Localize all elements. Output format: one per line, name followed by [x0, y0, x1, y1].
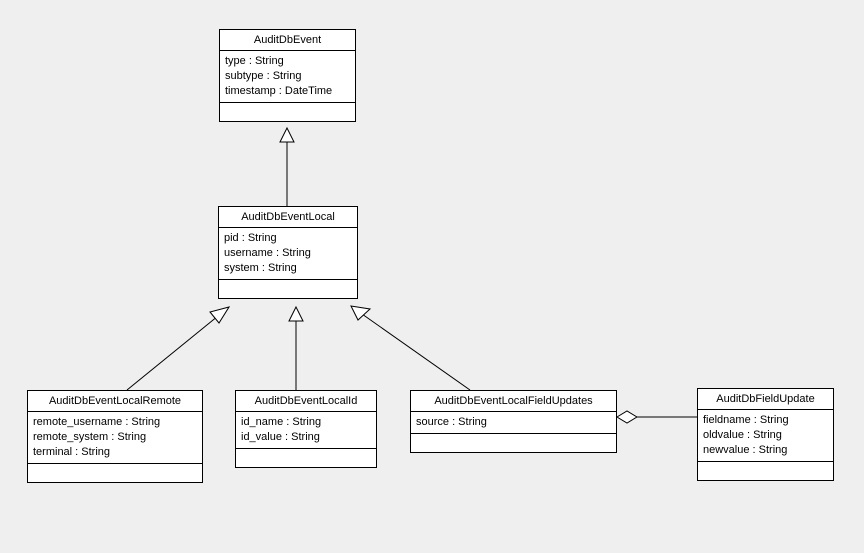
class-AuditDbEventLocalId: AuditDbEventLocalId id_name : String id_… — [235, 390, 377, 468]
class-title: AuditDbEventLocalRemote — [28, 391, 202, 412]
class-title: AuditDbEventLocal — [219, 207, 357, 228]
gen-arrow-fieldupdates-local — [351, 306, 370, 320]
attr: source : String — [416, 415, 611, 430]
gen-arrow-remote-local — [210, 307, 229, 323]
gen-arrow-local-event — [280, 128, 294, 142]
attr: system : String — [224, 261, 352, 276]
class-AuditDbEvent: AuditDbEvent type : String subtype : Str… — [219, 29, 356, 122]
class-attributes: type : String subtype : String timestamp… — [220, 51, 355, 103]
attr: oldvalue : String — [703, 428, 828, 443]
class-title: AuditDbFieldUpdate — [698, 389, 833, 410]
attr: subtype : String — [225, 69, 350, 84]
class-operations — [219, 280, 357, 298]
class-operations — [236, 449, 376, 467]
diagram-canvas: AuditDbEvent type : String subtype : Str… — [0, 0, 864, 553]
attr: fieldname : String — [703, 413, 828, 428]
attr: id_name : String — [241, 415, 371, 430]
class-AuditDbEventLocal: AuditDbEventLocal pid : String username … — [218, 206, 358, 299]
class-attributes: source : String — [411, 412, 616, 434]
attr: newvalue : String — [703, 443, 828, 458]
gen-remote-to-local — [127, 316, 218, 390]
class-title: AuditDbEventLocalId — [236, 391, 376, 412]
agg-diamond-fieldupdates — [617, 411, 637, 423]
attr: terminal : String — [33, 445, 197, 460]
class-operations — [220, 103, 355, 121]
class-AuditDbFieldUpdate: AuditDbFieldUpdate fieldname : String ol… — [697, 388, 834, 481]
attr: pid : String — [224, 231, 352, 246]
class-operations — [698, 462, 833, 480]
class-AuditDbEventLocalFieldUpdates: AuditDbEventLocalFieldUpdates source : S… — [410, 390, 617, 453]
class-attributes: fieldname : String oldvalue : String new… — [698, 410, 833, 462]
class-operations — [28, 464, 202, 482]
attr: remote_system : String — [33, 430, 197, 445]
class-title: AuditDbEvent — [220, 30, 355, 51]
attr: username : String — [224, 246, 352, 261]
class-attributes: id_name : String id_value : String — [236, 412, 376, 449]
attr: timestamp : DateTime — [225, 84, 350, 99]
attr: id_value : String — [241, 430, 371, 445]
class-attributes: remote_username : String remote_system :… — [28, 412, 202, 464]
gen-arrow-localid-local — [289, 307, 303, 321]
class-title: AuditDbEventLocalFieldUpdates — [411, 391, 616, 412]
attr: remote_username : String — [33, 415, 197, 430]
gen-fieldupdates-to-local — [362, 314, 470, 390]
class-operations — [411, 434, 616, 452]
class-attributes: pid : String username : String system : … — [219, 228, 357, 280]
attr: type : String — [225, 54, 350, 69]
class-AuditDbEventLocalRemote: AuditDbEventLocalRemote remote_username … — [27, 390, 203, 483]
